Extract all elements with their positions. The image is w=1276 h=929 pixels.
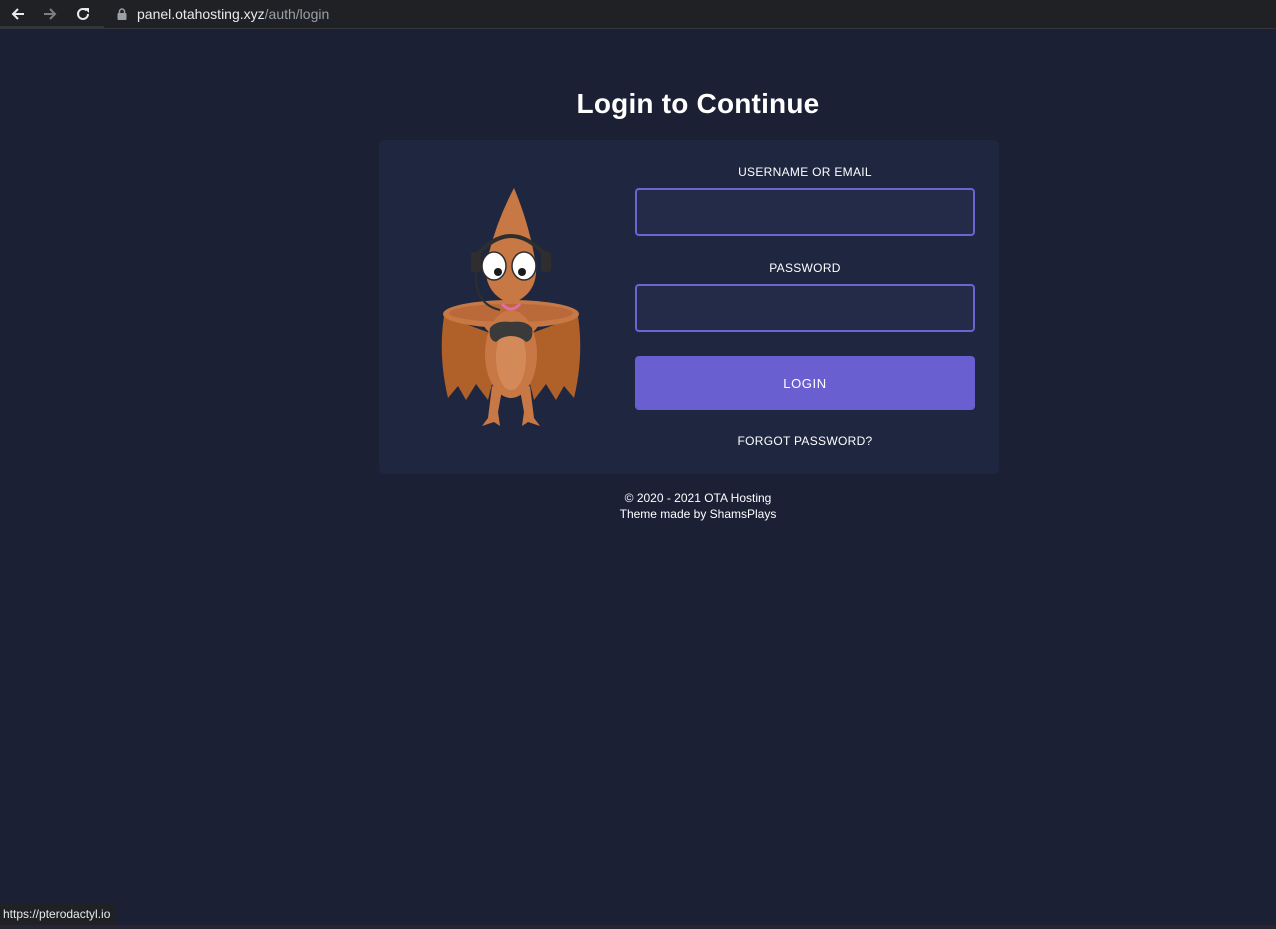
forgot-password-link[interactable]: FORGOT PASSWORD? [635,434,975,448]
password-input[interactable] [635,284,975,332]
address-bar[interactable]: panel.otahosting.xyz/auth/login [104,0,1276,28]
back-arrow-icon[interactable] [7,3,29,25]
window-bottom-edge [0,925,1276,929]
copyright-text: © 2020 - 2021 OTA Hosting [624,491,772,505]
theme-credit-text[interactable]: Theme made by ShamsPlays [379,506,1017,522]
url-host: panel.otahosting.xyz [137,6,265,22]
url-path: /auth/login [264,6,330,22]
username-input[interactable] [635,188,975,236]
forward-arrow-icon[interactable] [39,3,61,25]
lock-icon [117,8,127,20]
password-label: PASSWORD [769,261,841,275]
pterodactyl-mascot-image [441,188,581,426]
footer: © 2020 - 2021 OTA Hosting Theme made by … [379,490,1017,522]
reload-icon[interactable] [72,3,94,25]
username-label: USERNAME OR EMAIL [738,165,872,179]
login-card: USERNAME OR EMAIL PASSWORD LOGIN FORGOT … [379,140,999,474]
login-button[interactable]: LOGIN [635,356,975,410]
link-status-bubble: https://pterodactyl.io [0,904,117,925]
browser-toolbar: panel.otahosting.xyz/auth/login [0,0,1276,29]
page-title: Login to Continue [576,88,820,119]
